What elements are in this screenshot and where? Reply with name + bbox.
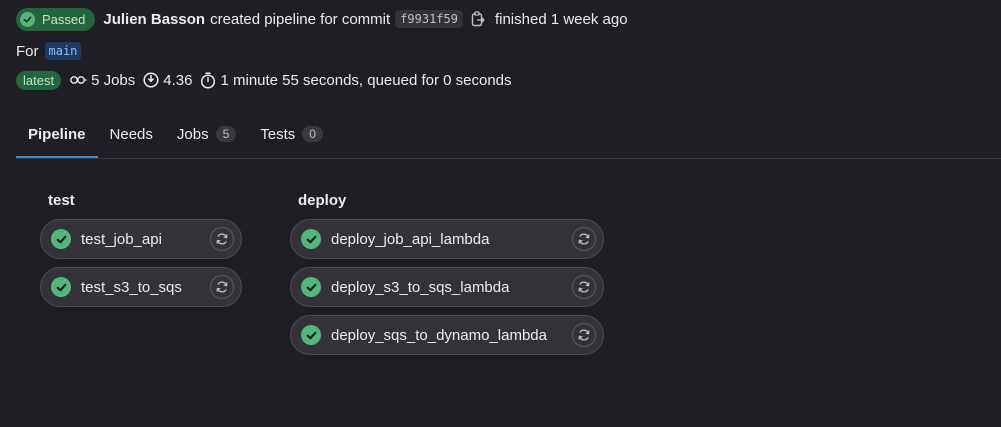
gauge-icon [143, 72, 159, 88]
pipeline-link-icon [70, 76, 87, 84]
tab-jobs[interactable]: Jobs 5 [165, 112, 248, 156]
tab-count-badge: 5 [215, 126, 237, 142]
stage-deploy: deploy deploy_job_api_lambda deploy_s3_t… [290, 190, 604, 363]
tab-count-badge: 0 [302, 126, 323, 142]
latest-badge: latest [16, 70, 62, 90]
job-deploy-job-api-lambda[interactable]: deploy_job_api_lambda [290, 219, 604, 259]
ref-row: For main [16, 40, 82, 62]
duration: 1 minute 55 seconds, queued for 0 second… [200, 71, 512, 89]
status-badge[interactable]: Passed [16, 7, 96, 31]
author-link[interactable]: Julien Basson [103, 11, 205, 28]
job-deploy-sqs-to-dynamo-lambda[interactable]: deploy_sqs_to_dynamo_lambda [290, 315, 604, 355]
duration-label: 1 minute 55 seconds, queued for 0 second… [220, 71, 512, 89]
job-deploy-s3-to-sqs-lambda[interactable]: deploy_s3_to_sqs_lambda [290, 267, 604, 307]
pipeline-header: Passed Julien Basson created pipeline fo… [16, 7, 633, 31]
job-name: deploy_sqs_to_dynamo_lambda [331, 326, 547, 344]
jobs-count: 5 Jobs [70, 72, 135, 89]
job-name: deploy_s3_to_sqs_lambda [331, 278, 510, 296]
check-circle-icon [301, 325, 321, 345]
check-circle-icon [51, 277, 71, 297]
check-circle-icon [301, 277, 321, 297]
stage-title: test [48, 192, 75, 209]
score: 4.36 [143, 72, 192, 89]
stage-test: test test_job_api test_s3_to_sqs [40, 190, 242, 315]
status-badge-label: Passed [42, 11, 86, 27]
job-test-s3-to-sqs[interactable]: test_s3_to_sqs [40, 267, 242, 307]
tab-label: Needs [109, 125, 153, 143]
job-name: test_job_api [81, 230, 162, 248]
stage-title: deploy [298, 192, 347, 209]
copy-icon[interactable] [471, 11, 485, 27]
retry-icon[interactable] [210, 275, 234, 299]
tab-pipeline[interactable]: Pipeline [16, 112, 98, 158]
branch-link[interactable]: main [44, 42, 82, 60]
tab-needs[interactable]: Needs [98, 112, 165, 156]
retry-icon[interactable] [210, 227, 234, 251]
check-circle-icon [20, 11, 35, 27]
jobs-count-label: 5 Jobs [91, 71, 136, 89]
pipeline-tabs: Pipeline Needs Jobs 5 Tests 0 [16, 112, 1001, 159]
retry-icon[interactable] [572, 227, 596, 251]
pipeline-action-text: created pipeline for commit [210, 10, 391, 28]
commit-sha[interactable]: f9931f59 [395, 10, 463, 28]
tab-tests[interactable]: Tests 0 [248, 112, 335, 156]
tab-label: Jobs [176, 125, 209, 143]
score-label: 4.36 [163, 71, 193, 89]
retry-icon[interactable] [572, 275, 596, 299]
job-name: deploy_job_api_lambda [331, 230, 490, 248]
timer-icon [201, 71, 216, 89]
job-test-job-api[interactable]: test_job_api [40, 219, 242, 259]
check-circle-icon [51, 229, 71, 249]
finished-text: finished 1 week ago [494, 10, 628, 28]
check-circle-icon [301, 229, 321, 249]
pipeline-meta: latest 5 Jobs 4.36 1 minute 55 seconds, … [16, 69, 520, 91]
job-name: test_s3_to_sqs [81, 278, 182, 296]
ref-prefix: For [16, 42, 39, 60]
retry-icon[interactable] [572, 323, 596, 347]
tab-label: Tests [260, 125, 296, 143]
tab-label: Pipeline [28, 125, 86, 143]
